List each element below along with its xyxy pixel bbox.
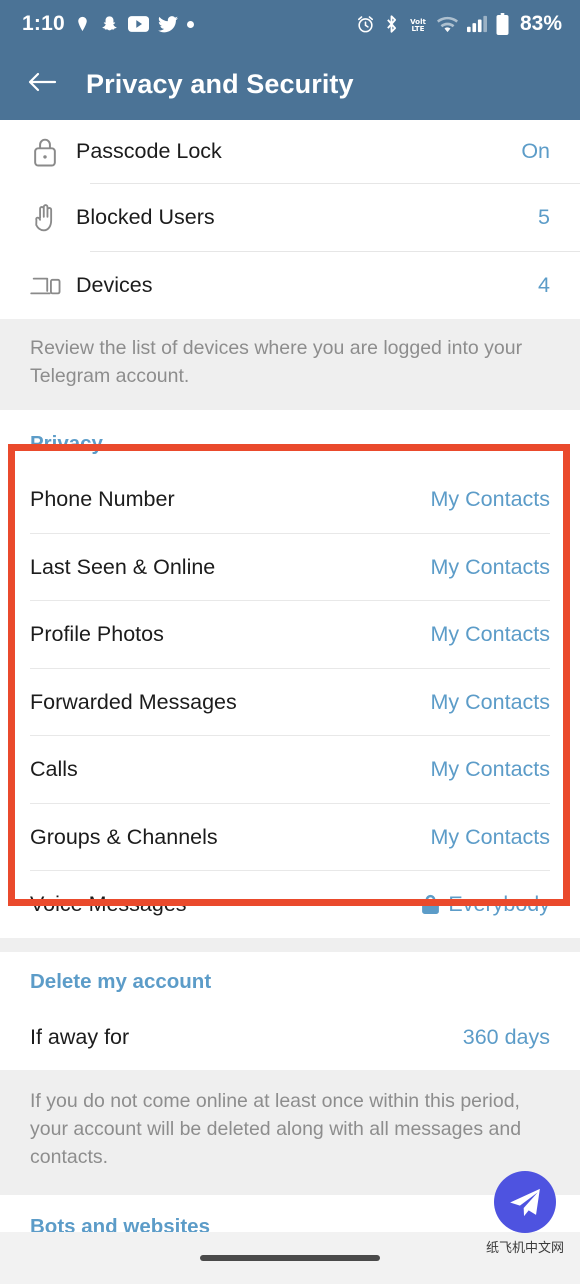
row-value: My Contacts <box>430 622 550 647</box>
page-title: Privacy and Security <box>86 68 354 99</box>
battery-icon <box>496 13 509 35</box>
row-label: Calls <box>30 757 78 782</box>
volte-icon: Volt LTE <box>408 15 428 34</box>
privacy-section: Privacy Phone Number My Contacts Last Se… <box>0 410 580 938</box>
twitter-icon <box>157 15 178 33</box>
wifi-icon <box>436 16 458 33</box>
status-bar-clock: 1:10 <box>22 12 65 35</box>
row-value: My Contacts <box>430 487 550 512</box>
row-phone-number[interactable]: Phone Number My Contacts <box>0 466 580 533</box>
delete-account-header: Delete my account <box>0 951 580 1004</box>
devices-icon <box>30 273 76 299</box>
more-notifications-dot-icon <box>186 20 194 28</box>
row-value: My Contacts <box>430 554 550 579</box>
row-value-group: Everybody <box>421 892 550 917</box>
row-label: Phone Number <box>30 487 175 512</box>
hand-icon <box>30 202 76 234</box>
row-label: Groups & Channels <box>30 824 218 849</box>
bluetooth-icon <box>384 14 399 34</box>
row-devices[interactable]: Devices 4 <box>0 252 580 319</box>
row-if-away-for[interactable]: If away for 360 days <box>0 1003 580 1071</box>
lock-filled-icon <box>421 894 440 915</box>
status-bar-left: 1:10 <box>22 12 194 36</box>
row-label: Voice Messages <box>30 892 187 917</box>
devices-note: Review the list of devices where you are… <box>0 319 580 411</box>
delete-account-section: Delete my account If away for 360 days I… <box>0 951 580 1196</box>
row-forwarded-messages[interactable]: Forwarded Messages My Contacts <box>0 668 580 736</box>
svg-text:LTE: LTE <box>411 23 424 32</box>
flash-notification-icon <box>74 14 91 34</box>
paper-plane-icon <box>494 1171 556 1233</box>
row-last-seen-online[interactable]: Last Seen & Online My Contacts <box>0 533 580 601</box>
youtube-icon <box>127 16 149 32</box>
row-value: 360 days <box>462 1024 550 1049</box>
row-label: Devices <box>76 273 153 297</box>
row-value: My Contacts <box>430 757 550 782</box>
privacy-section-header: Privacy <box>0 410 580 467</box>
back-button[interactable] <box>22 64 62 104</box>
arrow-left-icon <box>27 70 57 99</box>
snapchat-icon <box>100 15 119 34</box>
home-gesture-pill[interactable] <box>200 1255 380 1261</box>
row-groups-channels[interactable]: Groups & Channels My Contacts <box>0 803 580 871</box>
row-profile-photos[interactable]: Profile Photos My Contacts <box>0 601 580 668</box>
row-label: Forwarded Messages <box>30 689 237 714</box>
status-bar-right: Volt LTE 83% <box>356 12 562 36</box>
row-value: Everybody <box>448 892 550 917</box>
security-section: Passcode Lock On Blocked Users 5 Devices… <box>0 120 580 411</box>
row-voice-messages[interactable]: Voice Messages Everybody <box>0 871 580 938</box>
row-label: Last Seen & Online <box>30 554 216 579</box>
app-bar: Privacy and Security <box>0 48 580 120</box>
battery-percent-label: 83% <box>519 12 562 35</box>
row-value: 4 <box>538 273 550 297</box>
row-value: My Contacts <box>430 824 550 849</box>
phone-screen: 1:10 Volt LTE 83% Privacy and Security P… <box>0 0 580 1284</box>
watermark: 纸飞机中文网 <box>484 1171 566 1256</box>
status-bar: 1:10 Volt LTE 83% <box>0 0 580 48</box>
watermark-label: 纸飞机中文网 <box>485 1241 564 1256</box>
row-passcode-lock[interactable]: Passcode Lock On <box>0 120 580 183</box>
row-label: Blocked Users <box>76 205 215 229</box>
alarm-icon <box>356 15 375 34</box>
row-value: My Contacts <box>430 689 550 714</box>
lock-icon <box>30 136 76 168</box>
signal-icon <box>466 15 487 33</box>
row-label: Passcode Lock <box>76 139 222 163</box>
row-label: Profile Photos <box>30 622 164 647</box>
row-label: If away for <box>30 1024 130 1049</box>
row-value: 5 <box>538 205 550 229</box>
row-value: On <box>521 139 550 163</box>
section-gap <box>0 937 580 952</box>
row-calls[interactable]: Calls My Contacts <box>0 736 580 803</box>
row-blocked-users[interactable]: Blocked Users 5 <box>0 184 580 251</box>
